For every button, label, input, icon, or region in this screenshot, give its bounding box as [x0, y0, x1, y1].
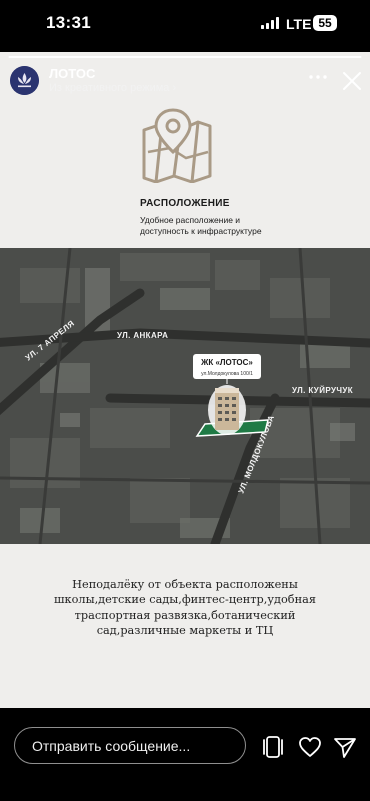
battery-indicator: 55	[313, 15, 337, 31]
message-placeholder: Отправить сообщение...	[32, 738, 191, 754]
message-input[interactable]: Отправить сообщение...	[14, 727, 246, 764]
profile-name[interactable]: ЛОТОС	[49, 66, 95, 81]
map-callout-title: ЖК «ЛОТОС»	[200, 358, 253, 367]
avatar[interactable]	[10, 66, 39, 95]
street-label-kuyruchuk: УЛ. КУЙРУЧУК	[292, 386, 353, 395]
story-description: Неподалёку от объекта расположены школы,…	[54, 578, 316, 637]
building-marker	[208, 385, 246, 435]
more-icon	[309, 75, 327, 79]
more-options-button[interactable]	[305, 70, 331, 84]
profile-subtitle[interactable]: Из креативного режима ›	[49, 82, 176, 94]
location-map: УЛ. 7 АПРЕЛЯ УЛ. АНКАРА УЛ. КУЙРУЧУК УЛ.…	[0, 248, 370, 544]
network-type: LTE	[286, 16, 312, 32]
signal-icon	[261, 17, 279, 29]
section-description: Удобное расположение и доступность к инф…	[140, 215, 262, 236]
street-label-ankara: УЛ. АНКАРА	[117, 331, 168, 340]
gallery-icon[interactable]	[260, 734, 286, 760]
status-time: 13:31	[46, 13, 91, 32]
section-title: РАСПОЛОЖЕНИЕ	[140, 198, 230, 209]
map-callout-address: ул.Молдокулова 100/1	[201, 371, 253, 377]
map-pin-icon	[142, 108, 212, 183]
story-progress-fill	[8, 56, 362, 58]
story-progress-bar	[8, 56, 362, 58]
heart-icon[interactable]	[297, 734, 323, 760]
send-icon[interactable]	[332, 734, 358, 760]
close-icon[interactable]	[341, 70, 363, 92]
